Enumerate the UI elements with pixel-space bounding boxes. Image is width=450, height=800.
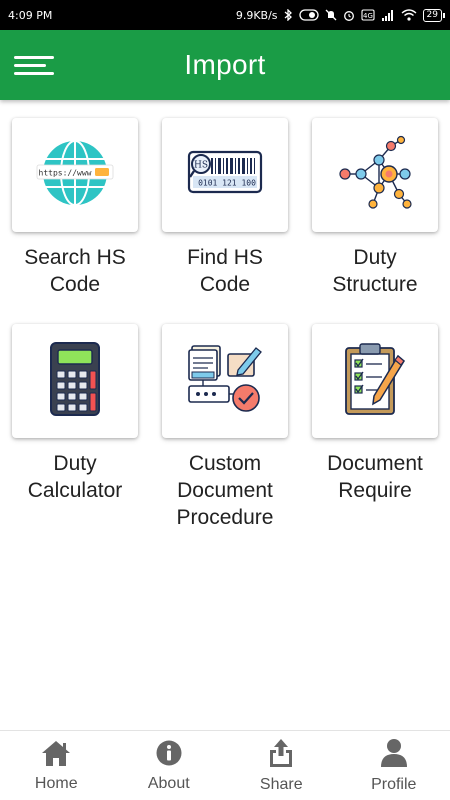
barcode-digits: 0101 121 100 [198,178,256,187]
nav-profile-label: Profile [371,775,417,793]
tile-card[interactable] [12,324,138,438]
barcode-hs-text: HS [194,160,208,170]
globe-url-text: https://www [39,168,92,177]
tile-label: Duty Structure [332,246,418,296]
tile-duty-structure[interactable]: Duty Structure [312,118,438,298]
tile-find-hs-code[interactable]: 0101 121 100 HS Find HS Code [162,118,288,298]
share-icon [268,738,294,773]
tile-label: Custom Document Procedure [176,452,274,529]
battery-icon: 29 [422,8,446,22]
globe-www-icon: https://www [35,137,115,214]
tile-label: Search HS Code [24,246,126,296]
toggle-icon [298,9,319,21]
volte-icon: 4G [360,9,375,21]
mute-icon [325,9,337,21]
status-time: 4:09 PM [8,8,53,22]
signal-icon [381,9,395,21]
tile-card[interactable] [312,324,438,438]
tile-card[interactable] [312,118,438,232]
tile-search-hs-code[interactable]: https://www Search HS Code [12,118,138,298]
tile-label: Document Require [327,452,423,502]
nav-profile[interactable]: Profile [338,731,450,800]
tile-document-require[interactable]: Document Require [312,324,438,504]
clipboard-checklist-icon [342,340,408,423]
app-bar: Import [0,30,450,100]
calculator-icon [47,341,103,422]
tile-duty-calculator[interactable]: Duty Calculator [12,324,138,504]
hamburger-menu-icon[interactable] [14,52,58,80]
document-procedure-icon [186,342,264,421]
tile-card[interactable] [162,324,288,438]
page-title: Import [184,49,266,80]
home-icon [40,739,72,772]
battery-level: 29 [426,9,438,20]
alarm-icon [343,9,355,21]
tile-label: Duty Calculator [27,452,123,502]
nav-home[interactable]: Home [0,731,113,800]
status-bar: 4:09 PM 9.9KB/s 4G 29 [0,0,450,30]
svg-text:4G: 4G [363,12,373,20]
nav-home-label: Home [34,774,78,792]
network-speed: 9.9KB/s [235,8,278,22]
info-icon [155,739,183,772]
tile-card[interactable]: https://www [12,118,138,232]
nav-about[interactable]: About [113,731,226,800]
tile-custom-document-procedure[interactable]: Custom Document Procedure [162,324,288,531]
wifi-icon [401,9,417,21]
nav-share-label: Share [259,775,303,793]
nav-share[interactable]: Share [225,731,338,800]
barcode-hs-icon: 0101 121 100 HS [187,148,263,203]
profile-icon [380,738,408,773]
network-nodes-icon [335,134,415,217]
bluetooth-icon [284,9,293,21]
bottom-navigation: Home About Share Profile [0,730,450,800]
tile-label: Find HS Code [187,246,263,296]
nav-about-label: About [147,774,190,792]
tile-card[interactable]: 0101 121 100 HS [162,118,288,232]
